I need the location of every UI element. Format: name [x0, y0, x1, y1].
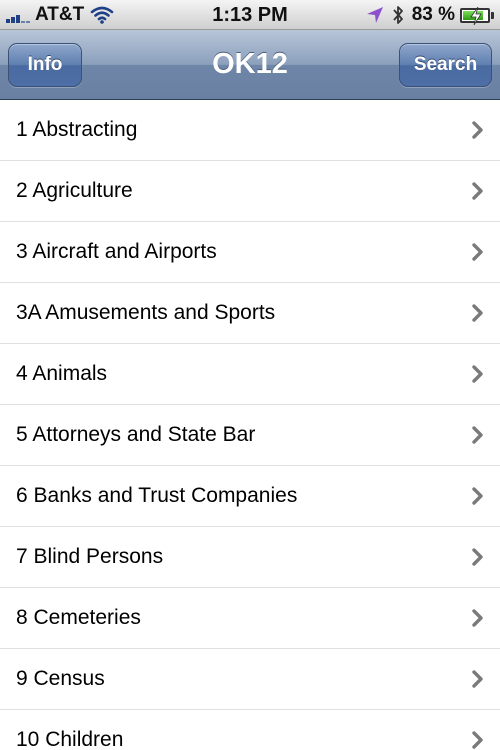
- chevron-right-icon: [472, 487, 484, 505]
- chevron-right-icon: [472, 670, 484, 688]
- list-item-label: 5 Attorneys and State Bar: [16, 423, 256, 446]
- chevron-right-icon: [472, 182, 484, 200]
- battery-nub: [491, 11, 494, 19]
- list-item[interactable]: 2 Agriculture: [0, 161, 500, 222]
- list-item-label: 10 Children: [16, 728, 124, 750]
- bluetooth-icon: [392, 5, 404, 25]
- list-item[interactable]: 8 Cemeteries: [0, 588, 500, 649]
- status-right: 83 %: [366, 0, 494, 30]
- list-item[interactable]: 4 Animals: [0, 344, 500, 405]
- chevron-right-icon: [472, 548, 484, 566]
- list-item-label: 7 Blind Persons: [16, 545, 164, 568]
- chevron-right-icon: [472, 365, 484, 383]
- screen: AT&T 1:13 PM 83 % Info OK12 Search 1 Abs…: [0, 0, 500, 750]
- list-item-label: 4 Animals: [16, 362, 108, 385]
- location-icon: [366, 6, 384, 24]
- list-item-label: 1 Abstracting: [16, 118, 138, 141]
- search-button[interactable]: Search: [399, 43, 492, 87]
- list-item[interactable]: 3 Aircraft and Airports: [0, 222, 500, 283]
- list-item-label: 3 Aircraft and Airports: [16, 240, 217, 263]
- list-item-label: 9 Census: [16, 667, 105, 690]
- status-bar: AT&T 1:13 PM 83 %: [0, 0, 500, 30]
- chevron-right-icon: [472, 304, 484, 322]
- list-item-label: 3A Amusements and Sports: [16, 301, 276, 324]
- list-item-label: 6 Banks and Trust Companies: [16, 484, 298, 507]
- battery-icon: [460, 6, 490, 25]
- info-button[interactable]: Info: [8, 43, 82, 87]
- page-title: OK12: [212, 48, 288, 80]
- list-item-label: 2 Agriculture: [16, 179, 133, 202]
- list-item[interactable]: 9 Census: [0, 649, 500, 710]
- list-item[interactable]: 5 Attorneys and State Bar: [0, 405, 500, 466]
- battery-percent: 83 %: [411, 4, 455, 25]
- list-item[interactable]: 7 Blind Persons: [0, 527, 500, 588]
- chevron-right-icon: [472, 121, 484, 139]
- list-item[interactable]: 6 Banks and Trust Companies: [0, 466, 500, 527]
- list-item[interactable]: 3A Amusements and Sports: [0, 283, 500, 344]
- charging-bolt-icon: [470, 6, 482, 25]
- list-item[interactable]: 10 Children: [0, 710, 500, 750]
- list-item-label: 8 Cemeteries: [16, 606, 141, 629]
- chevron-right-icon: [472, 609, 484, 627]
- chevron-right-icon: [472, 731, 484, 749]
- list-item[interactable]: 1 Abstracting: [0, 100, 500, 161]
- navigation-bar: Info OK12 Search: [0, 30, 500, 100]
- title-list: 1 Abstracting 2 Agriculture 3 Aircraft and…: [0, 100, 500, 750]
- chevron-right-icon: [472, 426, 484, 444]
- chevron-right-icon: [472, 243, 484, 261]
